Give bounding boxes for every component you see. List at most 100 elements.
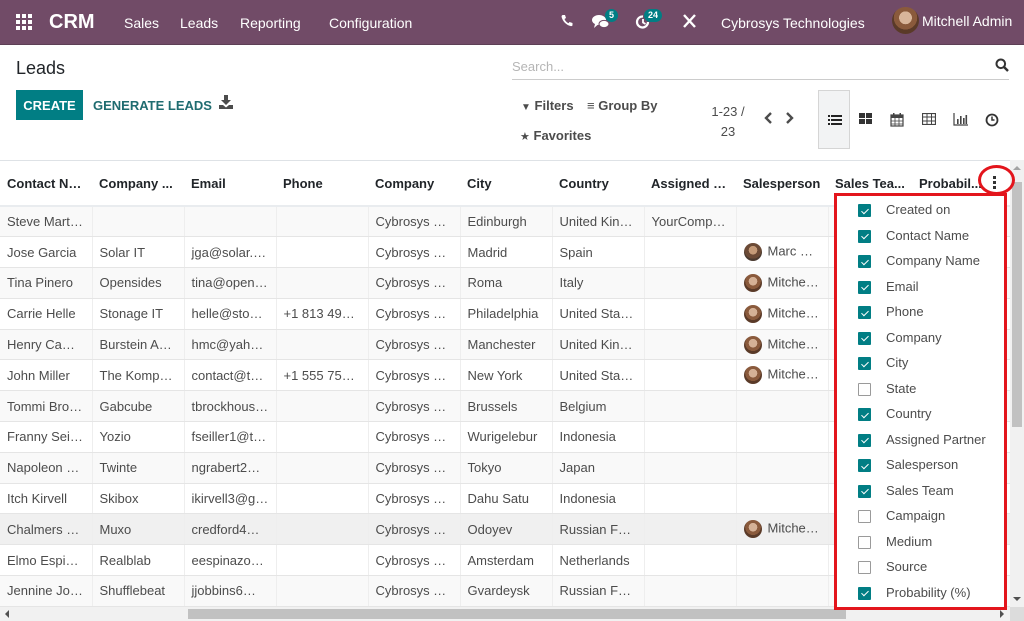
generate-leads-button[interactable]: GENERATE LEADS [93,98,212,113]
optional-column-item[interactable]: Source [837,555,1004,580]
cell-contact-name: Henry Camp... [0,329,93,361]
column-checkbox[interactable] [858,484,871,498]
scroll-right-arrow-icon[interactable] [1000,610,1004,618]
group-by-button[interactable]: ≡ Group By [587,98,657,113]
optional-column-item[interactable]: Probability (%) [837,581,1004,606]
view-graph-button[interactable] [944,90,976,149]
salesperson-name: Mitchell Admin [767,274,828,290]
cell-phone [276,329,369,361]
app-brand[interactable]: CRM [49,11,95,34]
vertical-scroll-thumb[interactable] [1012,182,1022,427]
col-header-company-name[interactable]: Company ... [92,161,184,207]
col-header-assigned-partner[interactable]: Assigned P... [644,161,736,207]
scroll-left-arrow-icon[interactable] [5,610,9,618]
cell-salesperson [736,483,829,515]
scroll-down-arrow-icon[interactable] [1013,597,1021,601]
optional-column-item[interactable]: Assigned Partner [837,428,1004,453]
column-checkbox[interactable] [858,306,871,319]
cell-city: Gvardeysk [460,575,553,607]
menu-configuration[interactable]: Configuration [329,15,412,31]
favorites-button[interactable]: ★ Favorites [520,128,591,143]
pager-value[interactable]: 1-23 / 23 [708,102,748,142]
cell-contact-name: Elmo Espina... [0,544,93,577]
create-button[interactable]: CREATE [16,90,83,120]
column-checkbox[interactable] [858,510,871,523]
column-checkbox[interactable] [858,561,871,574]
horizontal-scrollbar[interactable] [0,607,1010,621]
column-checkbox[interactable] [858,535,871,549]
menu-reporting[interactable]: Reporting [240,15,301,31]
cell-salesperson [736,575,829,607]
search-icon[interactable] [995,58,1009,72]
col-header-salesperson[interactable]: Salesperson [736,161,828,207]
cell-company-name: Burstein App... [92,329,185,361]
col-header-city[interactable]: City [460,161,552,207]
column-checkbox[interactable] [858,204,871,217]
apps-grid-icon[interactable] [16,14,32,30]
cell-city: Philadelphia [460,298,553,330]
optional-column-item[interactable]: Created on [837,198,1004,223]
view-calendar-button[interactable] [881,90,913,149]
download-icon[interactable] [219,95,233,111]
pager-next-button[interactable] [785,111,797,127]
column-checkbox[interactable] [858,331,871,345]
cell-phone: +1 555 754 ... [276,359,369,392]
column-checkbox[interactable] [858,382,871,396]
cell-email: fseiller1@th... [184,421,277,453]
optional-column-item[interactable]: Sales Team [837,479,1004,504]
optional-column-item[interactable]: Email [837,275,1004,300]
phone-icon[interactable] [561,14,573,31]
menu-leads[interactable]: Leads [180,15,218,31]
column-checkbox[interactable] [858,459,871,472]
column-checkbox[interactable] [858,586,871,600]
col-header-phone[interactable]: Phone [276,161,368,207]
optional-column-item[interactable]: Phone [837,300,1004,325]
optional-column-item[interactable]: Contact Name [837,224,1004,249]
optional-column-item[interactable]: Salesperson [837,453,1004,478]
cell-contact-name: Franny Seiller [0,421,93,453]
cell-company-name: Yozio [92,421,185,453]
cell-phone [276,544,369,577]
optional-column-item[interactable]: Campaign [837,504,1004,529]
cell-company: Cybrosys Te... [368,452,461,484]
scroll-up-arrow-icon[interactable] [1013,166,1021,170]
view-kanban-button[interactable] [850,90,882,149]
optional-column-item[interactable]: Company [837,326,1004,351]
column-checkbox[interactable] [858,229,871,243]
column-checkbox[interactable] [858,357,871,370]
cell-phone [276,206,369,238]
optional-column-item[interactable]: City [837,351,1004,376]
column-checkbox[interactable] [858,408,871,421]
filters-button[interactable]: ▼ Filters [521,98,574,113]
vertical-scrollbar[interactable] [1010,160,1024,607]
view-pivot-button[interactable] [913,90,945,149]
optional-column-item[interactable]: Country [837,402,1004,427]
cell-phone [276,236,369,269]
cell-salesperson: Marc Demo [736,236,829,269]
column-checkbox[interactable] [858,280,871,294]
optional-column-item[interactable]: Medium [837,530,1004,555]
optional-column-item[interactable]: State [837,377,1004,402]
company-switcher[interactable]: Cybrosys Technologies [721,15,865,31]
col-header-company[interactable]: Company [368,161,460,207]
cell-country: United States [552,298,645,330]
column-checkbox[interactable] [858,255,871,268]
column-checkbox[interactable] [858,433,871,447]
menu-sales[interactable]: Sales [124,15,159,31]
horizontal-scroll-thumb[interactable] [188,609,846,619]
optional-columns-toggle-icon[interactable] [988,172,1002,192]
view-list-button[interactable] [818,90,850,149]
col-header-country[interactable]: Country [552,161,644,207]
search-input[interactable] [512,55,982,77]
col-header-email[interactable]: Email [184,161,276,207]
cell-email: tbrockhouse... [184,390,277,423]
cell-contact-name: Napoleon Gr... [0,452,93,484]
activity-view-icon [985,113,999,127]
cell-city: Edinburgh [460,206,553,238]
cell-email: jga@solar.ex... [184,236,277,269]
pager-previous-button[interactable] [763,111,775,127]
optional-column-item[interactable]: Company Name [837,249,1004,274]
col-header-contact-name[interactable]: Contact Na... [0,161,92,207]
view-activity-button[interactable] [976,90,1008,149]
tools-icon[interactable] [683,14,696,32]
